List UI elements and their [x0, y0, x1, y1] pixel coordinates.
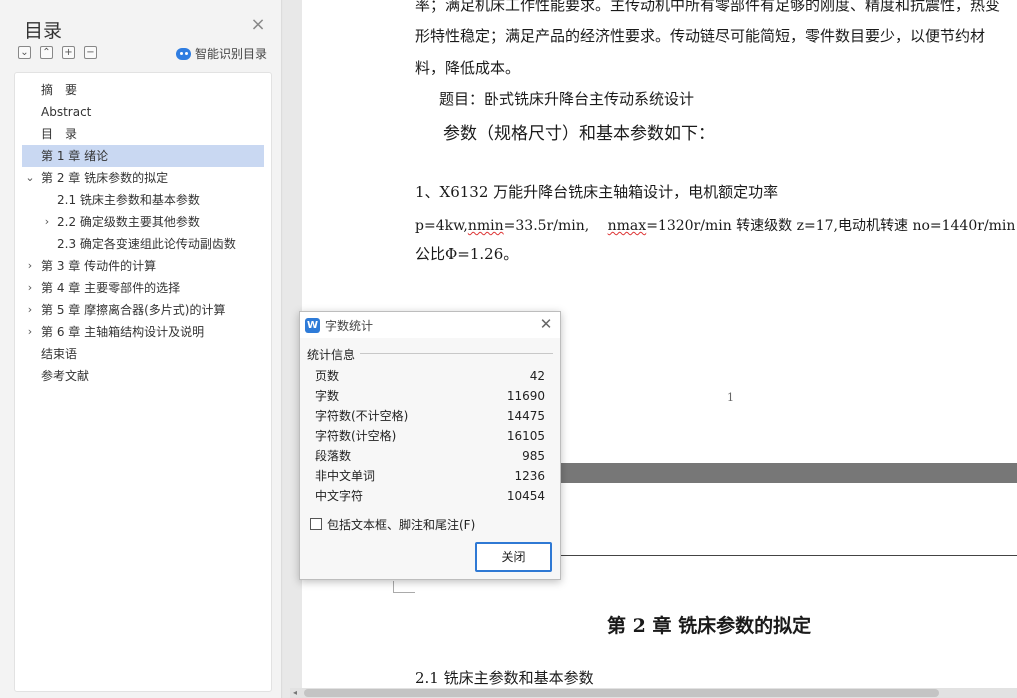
page-separator	[560, 463, 1017, 483]
close-button[interactable]: 关闭	[475, 542, 552, 572]
chevron-right-icon[interactable]: ›	[42, 211, 52, 233]
stat-row: 字符数(计空格) 16105	[315, 426, 545, 446]
toc-item-section-2-1[interactable]: 2.1 铣床主参数和基本参数	[22, 189, 264, 211]
expand-all-icon[interactable]: ⌃	[40, 46, 53, 59]
toc-item-chapter-4[interactable]: › 第 4 章 主要零部件的选择	[22, 277, 264, 299]
topic-line: 题目：卧式铣床升降台主传动系统设计	[439, 90, 695, 108]
stat-row: 字符数(不计空格) 14475	[315, 406, 545, 426]
section-2-1-heading: 2.1 铣床主参数和基本参数	[415, 669, 594, 687]
toc-item-label: 摘 要	[41, 83, 78, 97]
formula-part: =1320r/min 转速级数 z=17,电动机转速 no=1440r/min，	[646, 218, 1017, 234]
toc-item-label: Abstract	[41, 105, 92, 119]
toc-item-chapter-6[interactable]: › 第 6 章 主轴箱结构设计及说明	[22, 321, 264, 343]
toc-item-label: 第 5 章 摩擦离合器(多片式)的计算	[41, 303, 226, 317]
stat-value: 16105	[506, 429, 545, 443]
toc-list: 摘 要 Abstract 目 录 第 1 章 绪论 ⌄ 第 2 章 铣床参数的拟…	[14, 72, 272, 692]
page-number: 1	[727, 391, 734, 404]
stat-row: 段落数 985	[315, 446, 545, 466]
stat-value: 42	[529, 369, 545, 383]
word-count-dialog: W 字数统计 ✕ 统计信息 页数 42 字数 11690 字符数(不计空格) 1…	[299, 311, 561, 580]
stat-label: 页数	[315, 369, 340, 383]
paragraph-line: 料，降低成本。	[415, 59, 521, 77]
smart-toc-icon	[176, 47, 191, 60]
chapter-2-title: 第 2 章 铣床参数的拟定	[607, 615, 812, 637]
add-heading-icon[interactable]: +	[62, 46, 75, 59]
header-rule	[560, 555, 1017, 556]
toc-item-chapter-1[interactable]: 第 1 章 绪论	[22, 145, 264, 167]
horizontal-scrollbar[interactable]: ◂	[290, 688, 1017, 698]
toc-item-label: 第 4 章 主要零部件的选择	[41, 281, 181, 295]
chevron-right-icon[interactable]: ›	[25, 277, 35, 299]
stat-label: 字符数(计空格)	[315, 429, 397, 443]
stat-value: 1236	[514, 469, 545, 483]
toc-item-label: 第 6 章 主轴箱结构设计及说明	[41, 325, 205, 339]
scrollbar-thumb[interactable]	[304, 689, 939, 697]
ratio-line: 公比Φ=1.26。	[415, 245, 519, 263]
include-textboxes-checkbox[interactable]	[310, 518, 322, 530]
toc-item-label: 2.2 确定级数主要其他参数	[57, 215, 200, 229]
collapse-all-icon[interactable]: ⌄	[18, 46, 31, 59]
stat-row: 中文字符 10454	[315, 486, 545, 506]
stat-label: 中文字符	[315, 489, 364, 503]
chevron-right-icon[interactable]: ›	[25, 321, 35, 343]
formula-line: p=4kw,nmin=33.5r/min, nmax=1320r/min 转速级…	[415, 215, 1017, 235]
margin-corner-mark	[393, 581, 415, 593]
stat-value: 11690	[506, 389, 545, 403]
toc-item-chapter-3[interactable]: › 第 3 章 传动件的计算	[22, 255, 264, 277]
formula-part: =33.5r/min,	[503, 218, 608, 234]
dialog-title: 字数统计	[325, 319, 374, 333]
toc-item-label: 第 2 章 铣床参数的拟定	[41, 171, 169, 185]
toc-sidebar: 目录 × ⌄ ⌃ + − 智能识别目录 摘 要 Abstract 目 录 第 1…	[0, 0, 282, 698]
toc-item-label: 2.3 确定各变速组此论传动副齿数	[57, 237, 236, 251]
paragraph-line: 形特性稳定；满足产品的经济性要求。传动链尽可能简短，零件数目要少，以便节约材	[415, 27, 986, 45]
toc-item-label: 2.1 铣床主参数和基本参数	[57, 193, 200, 207]
stat-label: 字数	[315, 389, 340, 403]
stat-value: 14475	[506, 409, 545, 423]
stats-group-label: 统计信息	[307, 348, 356, 362]
toc-item-label: 目 录	[41, 127, 78, 141]
chevron-right-icon[interactable]: ›	[25, 255, 35, 277]
toc-item-conclusion[interactable]: 结束语	[22, 343, 264, 365]
toc-item-chapter-5[interactable]: › 第 5 章 摩擦离合器(多片式)的计算	[22, 299, 264, 321]
spell-error-nmax[interactable]: nmax	[608, 218, 647, 234]
chevron-right-icon[interactable]: ›	[25, 299, 35, 321]
scroll-left-icon[interactable]: ◂	[290, 688, 300, 698]
toc-item-contents[interactable]: 目 录	[22, 123, 264, 145]
stat-label: 字符数(不计空格)	[315, 409, 409, 423]
stat-row: 字数 11690	[315, 386, 545, 406]
toc-item-chapter-2[interactable]: ⌄ 第 2 章 铣床参数的拟定	[22, 167, 264, 189]
toc-item-abstract[interactable]: Abstract	[22, 101, 264, 123]
dialog-close-icon[interactable]: ✕	[538, 316, 554, 332]
paragraph-line: 率；满足机床工作性能要求。主传动机中所有零部件有足够的刚度、精度和抗震性，热变	[415, 0, 1001, 14]
spell-error-nmin[interactable]: nmin	[468, 218, 504, 234]
chevron-down-icon[interactable]: ⌄	[25, 167, 35, 189]
item-1-line: 1、X6132 万能升降台铣床主轴箱设计，电机额定功率	[415, 183, 779, 201]
stat-value: 985	[522, 449, 545, 463]
params-heading: 参数（规格尺寸）和基本参数如下：	[443, 124, 715, 144]
toc-item-label: 参考文献	[41, 369, 90, 383]
stat-label: 非中文单词	[315, 469, 376, 483]
smart-toc-label: 智能识别目录	[195, 47, 268, 61]
formula-part: p=4kw,	[415, 218, 468, 234]
divider	[360, 353, 553, 354]
toc-item-section-2-2[interactable]: › 2.2 确定级数主要其他参数	[22, 211, 264, 233]
sidebar-close-icon[interactable]: ×	[249, 16, 267, 34]
stat-label: 段落数	[315, 449, 352, 463]
stat-row: 页数 42	[315, 366, 545, 386]
toc-item-label: 第 1 章 绪论	[41, 149, 109, 163]
stat-row: 非中文单词 1236	[315, 466, 545, 486]
remove-heading-icon[interactable]: −	[84, 46, 97, 59]
sidebar-title: 目录	[24, 20, 63, 42]
include-textboxes-label[interactable]: 包括文本框、脚注和尾注(F)	[327, 516, 475, 533]
toc-item-label: 第 3 章 传动件的计算	[41, 259, 157, 273]
toc-item-references[interactable]: 参考文献	[22, 365, 264, 387]
toc-item-abstract-cn[interactable]: 摘 要	[22, 79, 264, 101]
toc-item-label: 结束语	[41, 347, 78, 361]
smart-toc-button[interactable]: 智能识别目录	[176, 45, 267, 62]
wps-logo-icon: W	[305, 318, 320, 333]
dialog-titlebar[interactable]: W 字数统计 ✕	[300, 312, 560, 338]
stat-value: 10454	[506, 489, 545, 503]
toc-item-section-2-3[interactable]: 2.3 确定各变速组此论传动副齿数	[22, 233, 264, 255]
toc-toolbar: ⌄ ⌃ + −	[18, 46, 97, 59]
